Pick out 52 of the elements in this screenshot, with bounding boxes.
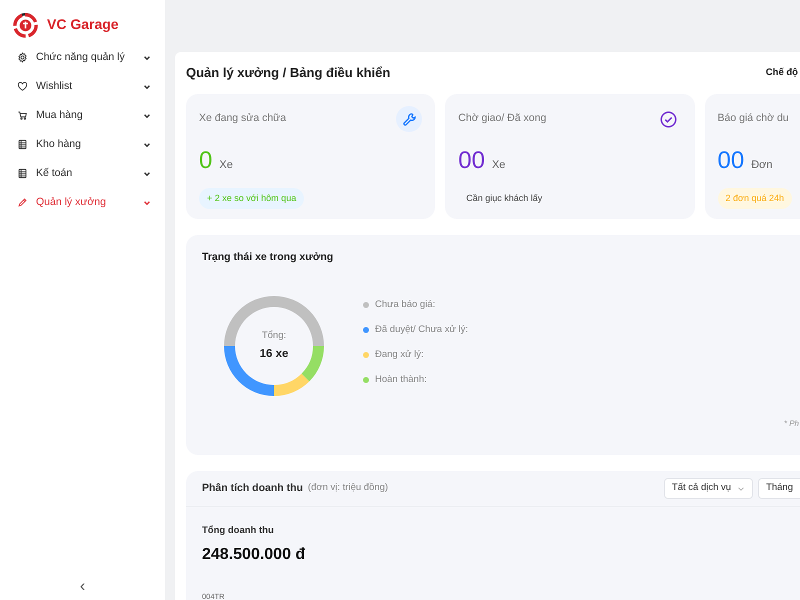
- stat-title: Xe đang sửa chữa: [199, 111, 286, 126]
- stat-note: 2 đơn quá 24h: [718, 188, 792, 209]
- wrench-icon: [396, 106, 422, 132]
- check-circle-icon: [660, 110, 678, 128]
- pen-icon: [17, 197, 28, 208]
- total-label: Tổng:: [262, 328, 286, 342]
- list-icon: [17, 139, 28, 150]
- stat-note: + 2 xe so với hôm qua: [199, 188, 304, 209]
- stat-value: 00: [718, 149, 744, 173]
- chevron-down-icon: [143, 112, 151, 120]
- chevron-down-icon: [143, 140, 151, 148]
- mode-label: Chế độ: [766, 66, 799, 80]
- revenue-label: Tổng doanh thu: [202, 524, 275, 538]
- stat-value: 00: [458, 149, 485, 173]
- unit-note: (đơn vị: triệu đồng): [308, 481, 388, 496]
- stat-unit: Đơn: [751, 158, 773, 173]
- heart-icon: [17, 81, 28, 92]
- stat-title: Chờ giao/ Đã xong: [458, 111, 546, 126]
- brand-name: VC Garage: [47, 15, 119, 34]
- legend-label: Đang xử lý:: [375, 348, 424, 362]
- legend-label: Đã duyệt/ Chưa xử lý:: [375, 323, 468, 338]
- chevron-down-icon: [143, 170, 151, 178]
- sidebar-item[interactable]: Mua hàng: [0, 101, 165, 130]
- chevron-down-icon: [737, 484, 746, 492]
- sidebar-item[interactable]: Kế toán: [0, 159, 165, 188]
- total-value: 16 xe: [260, 346, 288, 362]
- stat-unit: Xe: [492, 158, 506, 173]
- sidebar-item[interactable]: Quản lý xưởng: [0, 188, 165, 217]
- chevron-down-icon: [143, 198, 151, 206]
- legend-label: Hoàn thành:: [375, 373, 427, 388]
- legend-label: Chưa báo giá:: [375, 298, 436, 312]
- revenue-total: 248.500.000 đ: [202, 545, 306, 566]
- list-icon: [17, 168, 28, 179]
- filter-dropdown[interactable]: Tháng: [758, 478, 800, 499]
- stat-title: Báo giá chờ du: [718, 111, 789, 126]
- section-title: Trạng thái xe trong xưởng: [202, 250, 334, 265]
- collapse-button[interactable]: ‹: [76, 579, 90, 595]
- section-title: Phân tích doanh thu: [202, 480, 303, 496]
- gear-icon: [17, 52, 28, 63]
- filter-dropdown[interactable]: Tất cả dịch vụ: [664, 478, 754, 499]
- cart-icon: [17, 110, 28, 121]
- stat-unit: Xe: [219, 158, 233, 173]
- sidebar-item[interactable]: Kho hàng: [0, 130, 165, 159]
- sidebar-item[interactable]: Wishlist: [0, 72, 165, 101]
- chevron-down-icon: [143, 82, 151, 90]
- garage-logo-icon: [12, 11, 39, 38]
- footnote: * Ph: [784, 418, 800, 430]
- stat-value: 0: [199, 149, 212, 173]
- stat-note: Cần giục khách lấy: [465, 192, 544, 205]
- sidebar-item[interactable]: Chức năng quản lý: [0, 43, 165, 72]
- page-breadcrumb: Quản lý xưởng / Bảng điều khiển: [186, 64, 390, 82]
- chevron-down-icon: [143, 54, 151, 62]
